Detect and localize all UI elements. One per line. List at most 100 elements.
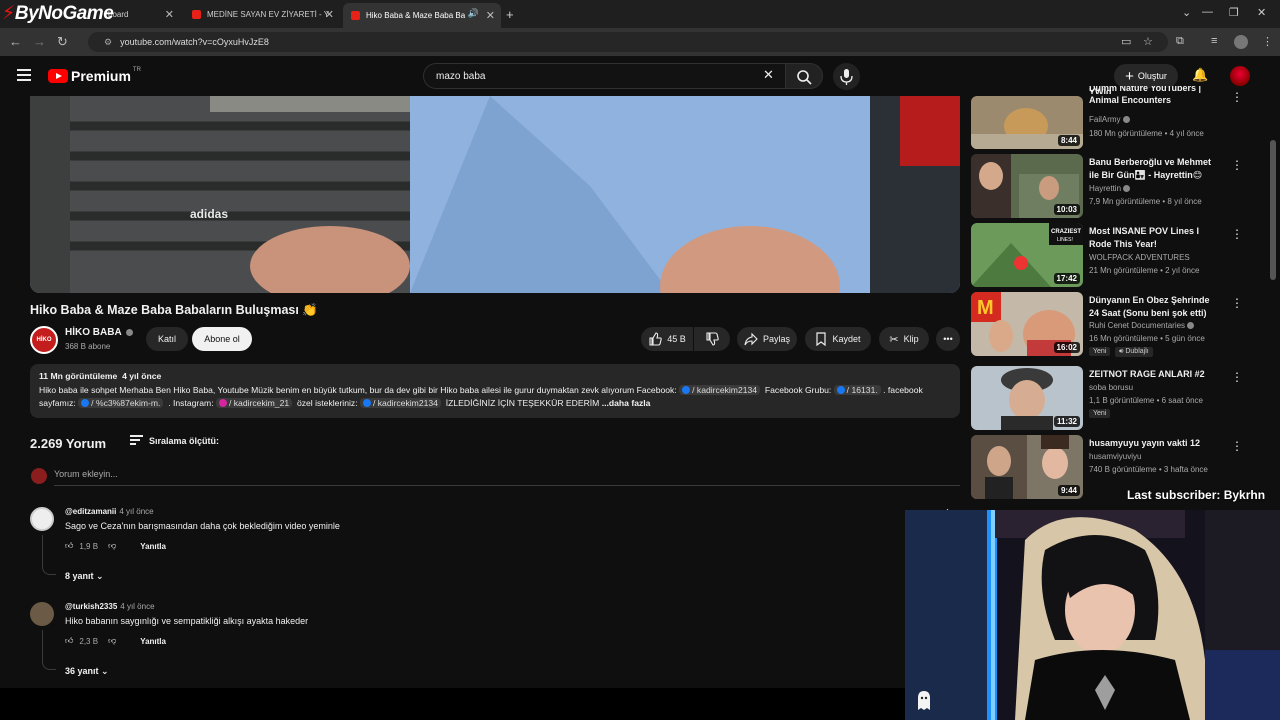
video-thumbnail[interactable]: CRAZIEST LINES! 17:42 bbox=[971, 223, 1083, 287]
recommendation-channel[interactable]: husamviyuviyu bbox=[1089, 452, 1141, 461]
account-avatar[interactable] bbox=[1230, 66, 1250, 86]
recommendation-channel[interactable]: WOLFPACK ADVENTURES bbox=[1089, 253, 1190, 262]
clear-search-icon[interactable]: ✕ bbox=[763, 67, 774, 83]
recommendation-item[interactable]: 8:44 Dumm Nature YouTubers | YWld Animal … bbox=[971, 86, 1243, 149]
requests-link[interactable]: / kadircekim2134 bbox=[359, 398, 441, 408]
recommendation-item[interactable]: 10:03 Banu Berberoğlu ve Mehmet ile Bir … bbox=[971, 154, 1243, 218]
site-info-icon[interactable]: ⚙ bbox=[104, 37, 112, 48]
link-text: / kadircekim2134 bbox=[692, 384, 758, 395]
video-thumbnail[interactable]: 9:44 bbox=[971, 435, 1083, 499]
recommendation-item[interactable]: M 16:02 Dünyanın En Obez Şehrinde 24 Saa… bbox=[971, 292, 1243, 357]
comment-dislike-icon[interactable]: 👎︎ bbox=[108, 541, 116, 551]
recommendation-meta: 1,1 B görüntüleme • 6 saat önce bbox=[1089, 396, 1203, 405]
join-button[interactable]: Katıl bbox=[146, 327, 188, 351]
voice-search-button[interactable] bbox=[833, 63, 860, 90]
video-thumbnail[interactable]: 11:32 bbox=[971, 366, 1083, 430]
create-button[interactable]: + Oluştur bbox=[1114, 64, 1178, 88]
recommendation-channel[interactable]: FailArmy bbox=[1089, 115, 1130, 124]
description-text: . Instagram: bbox=[168, 398, 214, 408]
more-options-icon[interactable]: ⋮ bbox=[1231, 227, 1243, 241]
dislike-button[interactable] bbox=[694, 327, 730, 351]
show-more-link[interactable]: ...daha fazla bbox=[602, 398, 651, 408]
cast-icon[interactable]: ▭ bbox=[1121, 35, 1131, 48]
new-tab-button[interactable]: + bbox=[506, 4, 514, 24]
bookmark-icon bbox=[816, 332, 827, 346]
sort-icon bbox=[130, 435, 143, 447]
add-comment-input[interactable]: Yorum ekleyin... bbox=[54, 469, 960, 486]
facebook-group-link[interactable]: / 16131. bbox=[833, 384, 881, 395]
close-tab-icon[interactable]: ✕ bbox=[325, 8, 334, 21]
comments-count: 2.269 Yorum bbox=[30, 436, 107, 451]
recommendation-item[interactable]: CRAZIEST LINES! 17:42 Most INSANE POV Lin… bbox=[971, 223, 1243, 287]
window-close-icon[interactable]: ✕ bbox=[1257, 6, 1266, 19]
reload-icon[interactable]: ↻ bbox=[57, 34, 68, 50]
channel-avatar[interactable]: HİKO BABA bbox=[30, 326, 58, 354]
channel-text: Hayrettin bbox=[1089, 184, 1122, 193]
search-input[interactable]: mazo baba bbox=[423, 63, 785, 89]
commenter-avatar[interactable] bbox=[30, 602, 54, 626]
more-options-icon[interactable]: ⋮ bbox=[1231, 158, 1243, 172]
video-thumbnail[interactable]: 10:03 bbox=[971, 154, 1083, 218]
clip-button[interactable]: ✂ Klip bbox=[879, 327, 929, 351]
commenter-avatar[interactable] bbox=[30, 507, 54, 531]
notifications-bell-icon[interactable]: 🔔 bbox=[1192, 67, 1208, 83]
comment-like-icon[interactable]: 👍︎ bbox=[65, 636, 73, 646]
extensions-icon[interactable]: ⧉ bbox=[1176, 35, 1184, 48]
recommendation-channel[interactable]: soba borusu bbox=[1089, 383, 1133, 392]
page-scrollbar[interactable] bbox=[1270, 140, 1276, 280]
search-button[interactable] bbox=[785, 63, 823, 89]
more-actions-button[interactable]: ••• bbox=[936, 327, 960, 351]
video-player[interactable]: adidas bbox=[30, 96, 960, 293]
instagram-link[interactable]: / kadircekim_21 bbox=[215, 398, 293, 408]
more-options-icon[interactable]: ⋮ bbox=[1231, 439, 1243, 453]
recommendation-item[interactable]: 11:32 ZEITNOT RAGE ANLARI #2 soba borusu… bbox=[971, 366, 1243, 430]
facebook-page-link[interactable]: / %c3%87ekim-m. bbox=[78, 398, 164, 408]
tab-search-icon[interactable]: ⌄ bbox=[1182, 6, 1191, 19]
comment-like-icon[interactable]: 👍︎ bbox=[65, 541, 73, 551]
video-thumbnail[interactable]: M 16:02 bbox=[971, 292, 1083, 356]
speaker-icon[interactable]: 🔊 bbox=[468, 8, 479, 19]
like-button[interactable]: 45 B bbox=[641, 327, 693, 351]
sort-comments-button[interactable]: Sıralama ölçütü: bbox=[130, 435, 219, 447]
more-options-icon[interactable]: ⋮ bbox=[1231, 90, 1243, 104]
close-tab-icon[interactable]: ✕ bbox=[486, 9, 495, 22]
recommendation-channel[interactable]: Ruhi Cenet Documentaries bbox=[1089, 321, 1195, 330]
tab-hiko-baba[interactable]: Hiko Baba & Maze Baba Ba 🔊 ✕ bbox=[343, 3, 501, 28]
browser-menu-icon[interactable]: ⋮ bbox=[1262, 35, 1273, 48]
bookmark-star-icon[interactable]: ☆ bbox=[1143, 35, 1153, 48]
media-controls-icon[interactable]: ≡ bbox=[1211, 35, 1217, 47]
subscribe-button[interactable]: Abone ol bbox=[192, 327, 252, 351]
save-button[interactable]: Kaydet bbox=[805, 327, 871, 351]
view-replies-button[interactable]: 36 yanıt ⌄ bbox=[65, 666, 109, 677]
reply-button[interactable]: Yanıtla bbox=[140, 542, 166, 551]
facebook-icon bbox=[682, 385, 691, 394]
video-duration: 9:44 bbox=[1057, 485, 1080, 496]
title-line: Animal Encounters bbox=[1089, 95, 1172, 105]
verified-icon bbox=[1122, 116, 1130, 123]
back-icon[interactable]: ← bbox=[9, 34, 22, 49]
channel-text: FailArmy bbox=[1089, 115, 1121, 124]
comment-author[interactable]: @editzamanii 4 yıl önce bbox=[65, 507, 154, 516]
comment-author[interactable]: @turkish2335 4 yıl önce bbox=[65, 602, 155, 611]
maximize-icon[interactable]: ❐ bbox=[1229, 6, 1239, 19]
video-description[interactable]: 11 Mn görüntüleme 4 yıl önce Hiko baba i… bbox=[30, 364, 960, 418]
youtube-premium-logo[interactable]: Premium TR bbox=[48, 67, 141, 84]
view-replies-button[interactable]: 8 yanıt ⌄ bbox=[65, 571, 104, 582]
reply-button[interactable]: Yanıtla bbox=[140, 637, 166, 646]
hamburger-menu-icon[interactable] bbox=[17, 69, 31, 81]
close-tab-icon[interactable]: ✕ bbox=[165, 8, 174, 21]
more-options-icon[interactable]: ⋮ bbox=[1231, 370, 1243, 384]
recommendation-channel[interactable]: Hayrettin bbox=[1089, 184, 1131, 193]
comment-dislike-icon[interactable]: 👎︎ bbox=[108, 636, 116, 646]
tab-medine[interactable]: MEDİNE SAYAN EV ZİYARETİ - Y ✕ bbox=[184, 4, 340, 24]
minimize-icon[interactable]: — bbox=[1202, 6, 1213, 18]
video-thumbnail[interactable]: 8:44 bbox=[971, 96, 1083, 149]
share-button[interactable]: Paylaş bbox=[737, 327, 797, 351]
more-options-icon[interactable]: ⋮ bbox=[1231, 296, 1243, 310]
facebook-link[interactable]: / kadircekim2134 bbox=[679, 384, 761, 395]
channel-name[interactable]: HİKO BABA bbox=[65, 327, 134, 338]
svg-text:CRAZIEST: CRAZIEST bbox=[1051, 229, 1081, 235]
forward-icon[interactable]: → bbox=[33, 34, 46, 49]
profile-icon[interactable] bbox=[1234, 35, 1248, 49]
url-field[interactable]: ⚙ youtube.com/watch?v=cOyxuHvJzE8 bbox=[88, 32, 1168, 52]
